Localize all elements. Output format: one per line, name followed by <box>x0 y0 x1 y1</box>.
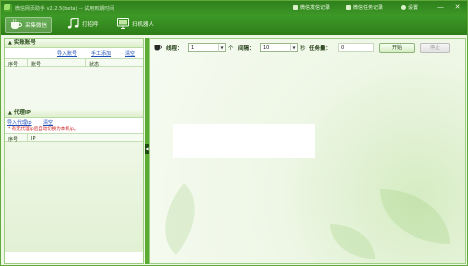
proxy-section-header[interactable]: ▲ 代理IP <box>5 109 143 118</box>
thread-unit: 个 <box>228 46 234 52</box>
proxy-actions: 导入代理ip 清空 <box>5 118 143 126</box>
chevron-down-icon: ▼ <box>218 44 225 52</box>
column-divider <box>85 59 86 67</box>
tab-collect[interactable]: 采集微信 <box>5 17 53 33</box>
column-divider <box>27 134 28 142</box>
col-status: 状态 <box>89 62 100 68</box>
col-account: 账号 <box>31 62 42 68</box>
wechat-log-button[interactable]: 微信发信记录 <box>293 4 330 12</box>
account-section-header[interactable]: ▲ 实账账号 <box>5 39 143 48</box>
log-icon <box>293 5 298 10</box>
task-count-value: 0 <box>341 45 345 51</box>
task-log-label: 微信任务记录 <box>353 5 384 11</box>
clear-accounts-link[interactable]: 清空 <box>125 50 135 57</box>
account-list[interactable] <box>5 67 143 109</box>
clear-proxy-link[interactable]: 清空 <box>43 119 53 126</box>
import-account-link[interactable]: 导入账号 <box>57 50 77 57</box>
wechat-log-label: 微信发信记录 <box>300 5 331 11</box>
account-section-title: 实账账号 <box>13 40 36 46</box>
tab-greet[interactable]: 打招呼 <box>63 17 103 33</box>
collapse-icon: ▲ <box>8 40 12 46</box>
start-button[interactable]: 开始 <box>379 43 415 53</box>
leaf-decoration <box>150 183 215 255</box>
app-logo-icon <box>4 4 12 12</box>
proxy-hint: * 有无代理ip后自动切换为本机ip。 <box>8 127 79 132</box>
col-index: 序号 <box>8 137 19 143</box>
task-count-input[interactable]: 0 <box>338 43 374 52</box>
monitor-icon <box>117 18 129 29</box>
import-proxy-link[interactable]: 导入代理ip <box>7 119 32 126</box>
column-divider <box>27 59 28 67</box>
account-actions: 导入账号 手工添加 清空 <box>5 48 143 58</box>
col-ip: IP <box>31 136 36 142</box>
main-toolbar: 采集微信 打招呼 扫机器人 <box>1 15 467 35</box>
leaf-decoration <box>380 189 450 244</box>
gear-icon <box>401 5 406 10</box>
tab-collect-label: 采集微信 <box>25 23 48 29</box>
coffee-cup-icon <box>11 19 22 29</box>
thread-value: 1 <box>191 45 195 51</box>
app-window: 微信网页助手 v2.2.5(beta) -- 试用到期时间 微信发信记录 微信任… <box>0 0 468 266</box>
title-bar: 微信网页助手 v2.2.5(beta) -- 试用到期时间 微信发信记录 微信任… <box>1 1 467 15</box>
music-note-icon <box>67 18 79 29</box>
settings-button[interactable]: 设置 <box>401 4 418 12</box>
left-panel: ▲ 实账账号 导入账号 手工添加 清空 序号 账号 状态 ▲ 代理IP 导入代理ip… <box>4 38 144 264</box>
content-area <box>173 124 315 158</box>
window-title: 微信网页助手 v2.2.5(beta) -- 试用到期时间 <box>15 6 115 12</box>
interval-value: 10 <box>263 45 270 51</box>
col-index: 序号 <box>8 62 19 68</box>
minimize-button[interactable]: — <box>436 3 445 12</box>
close-button[interactable]: ✕ <box>453 3 462 12</box>
proxy-table-header: 序号 IP <box>5 133 143 143</box>
proxy-section-title: 代理IP <box>13 110 31 116</box>
stop-button[interactable]: 停止 <box>420 43 450 53</box>
interval-select[interactable]: 10 ▼ <box>260 43 298 52</box>
coffee-cup-icon <box>154 45 162 51</box>
manual-add-link[interactable]: 手工添加 <box>91 50 111 57</box>
leaf-decoration <box>330 224 375 259</box>
collapse-icon: ▲ <box>8 110 12 116</box>
log-icon <box>346 5 351 10</box>
task-label: 任务量： <box>309 46 332 52</box>
tab-scan-label: 扫机器人 <box>132 22 155 28</box>
tab-greet-label: 打招呼 <box>82 22 99 28</box>
task-log-button[interactable]: 微信任务记录 <box>346 4 383 12</box>
thread-label: 线程： <box>166 46 183 52</box>
settings-label: 设置 <box>408 5 419 11</box>
tab-scan[interactable]: 扫机器人 <box>113 17 158 33</box>
interval-unit: 秒 <box>300 46 306 52</box>
chevron-down-icon: ▼ <box>290 44 297 52</box>
interval-label: 间隔： <box>238 46 255 52</box>
thread-select[interactable]: 1 ▼ <box>188 43 226 52</box>
account-table-header: 序号 账号 状态 <box>5 58 143 68</box>
main-panel: 线程： 1 ▼ 个 间隔： 10 ▼ 秒 任务量： 0 开始 停止 <box>149 38 466 264</box>
proxy-list[interactable] <box>5 142 143 252</box>
